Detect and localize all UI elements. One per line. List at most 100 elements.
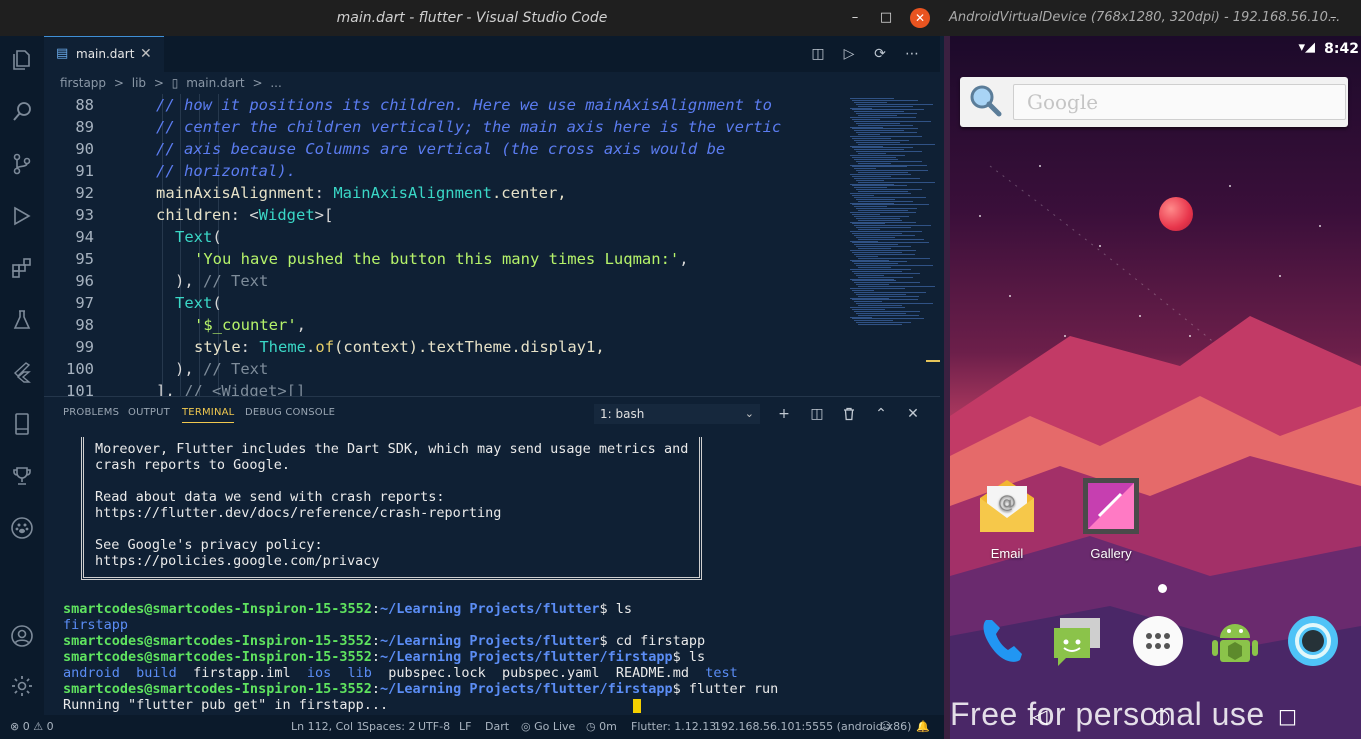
code-line[interactable]: 97 Text( xyxy=(44,292,844,314)
debug-icon[interactable] xyxy=(6,200,38,232)
line-ending[interactable]: LF xyxy=(459,715,471,739)
emulator-minimize-button[interactable]: – xyxy=(1330,0,1337,36)
minimap-line xyxy=(852,299,918,301)
code-text: Text( xyxy=(175,226,222,248)
planet-decoration xyxy=(1159,197,1193,231)
code-line[interactable]: 94 Text( xyxy=(44,226,844,248)
minimap-line xyxy=(858,295,919,297)
code-line[interactable]: 101], // <Widget>[] xyxy=(44,380,844,396)
run-icon[interactable]: ▷ xyxy=(839,44,859,64)
email-app[interactable]: @ Email xyxy=(967,476,1047,561)
messaging-app[interactable] xyxy=(1050,614,1104,668)
device-icon[interactable] xyxy=(6,408,38,440)
terminal-link[interactable]: https://policies.google.com/privacy xyxy=(95,553,379,569)
code-line[interactable]: 99 style: Theme.of(context).textTheme.dis… xyxy=(44,336,844,358)
search-icon[interactable] xyxy=(6,96,38,128)
code-token: 'You have pushed the button this many ti… xyxy=(194,250,680,268)
minimap-line xyxy=(852,194,874,196)
tab-output[interactable]: OUTPUT xyxy=(128,407,170,418)
code-editor[interactable]: 88 // how it positions its children. Here… xyxy=(44,94,844,396)
minimap-line xyxy=(852,99,918,101)
activity-bar xyxy=(0,36,44,715)
code-line[interactable]: 89 // center the children vertically; the… xyxy=(44,116,844,138)
play-store-app[interactable] xyxy=(1208,614,1262,668)
breadcrumb-lib[interactable]: lib xyxy=(132,76,146,90)
code-line[interactable]: 95 'You have pushed the button this many … xyxy=(44,248,844,270)
code-line[interactable]: 90 // axis because Columns are vertical (… xyxy=(44,138,844,160)
go-live-button[interactable]: ◎ Go Live xyxy=(521,715,575,739)
settings-gear-icon[interactable] xyxy=(6,670,38,702)
android-home-screen[interactable]: ▾◢ 8:42 Google @ Email Gallery Free for … xyxy=(950,36,1361,739)
code-line[interactable]: 98 '$_counter', xyxy=(44,314,844,336)
google-search-input[interactable]: Google xyxy=(1013,84,1346,120)
code-line[interactable]: 93 children: <Widget>[ xyxy=(44,204,844,226)
minimap-line xyxy=(854,120,931,122)
google-search-widget[interactable]: Google xyxy=(960,77,1348,127)
breadcrumb-file[interactable]: main.dart xyxy=(186,76,244,90)
source-control-icon[interactable] xyxy=(6,148,38,180)
terminal-link[interactable]: https://flutter.dev/docs/reference/crash… xyxy=(95,505,501,521)
minimap-line xyxy=(856,141,900,143)
maximize-button[interactable]: □ xyxy=(876,8,896,28)
tab-close-icon[interactable]: ✕ xyxy=(140,37,152,71)
terminal[interactable]: Moreover, Flutter includes the Dart SDK,… xyxy=(44,437,940,716)
tab-problems[interactable]: PROBLEMS xyxy=(63,407,119,418)
close-button[interactable]: ✕ xyxy=(910,8,930,28)
split-editor-icon[interactable]: ◫ xyxy=(808,44,828,64)
gallery-app[interactable]: Gallery xyxy=(1071,476,1151,561)
indentation[interactable]: Spaces: 2 xyxy=(362,715,415,739)
files-icon[interactable] xyxy=(6,44,38,76)
flask-icon[interactable] xyxy=(6,304,38,336)
more-actions-icon[interactable]: ⋯ xyxy=(902,44,922,64)
tweet-feedback-icon[interactable]: ☺ xyxy=(880,715,891,739)
tab-debug-console[interactable]: DEBUG CONSOLE xyxy=(245,407,335,418)
trophy-icon[interactable] xyxy=(6,460,38,492)
minimap[interactable] xyxy=(844,94,940,396)
nav-back-icon[interactable]: ◁ xyxy=(1032,704,1047,728)
breadcrumb-folder[interactable]: firstapp xyxy=(60,76,106,90)
tab-main-dart[interactable]: ▤ main.dart ✕ xyxy=(44,36,164,72)
close-panel-icon[interactable]: ✕ xyxy=(903,404,923,424)
code-text: children: <Widget>[ xyxy=(156,204,333,226)
timer[interactable]: ◷ 0m xyxy=(586,715,617,739)
minimap-line xyxy=(856,160,922,162)
code-token: MainAxisAlignment xyxy=(333,184,492,202)
minimap-line xyxy=(854,196,926,198)
extensions-icon[interactable] xyxy=(6,252,38,284)
terminal-select[interactable]: 1: bash ⌄ xyxy=(594,404,760,424)
code-line[interactable]: 88 // how it positions its children. Here… xyxy=(44,94,844,116)
code-line[interactable]: 91 // horizontal). xyxy=(44,160,844,182)
encoding[interactable]: UTF-8 xyxy=(418,715,450,739)
code-line[interactable]: 92 mainAxisAlignment: MainAxisAlignment.c… xyxy=(44,182,844,204)
flutter-icon[interactable] xyxy=(6,356,38,388)
minimap-line xyxy=(854,310,920,312)
app-drawer-button[interactable] xyxy=(1131,614,1185,668)
new-terminal-icon[interactable]: + xyxy=(774,404,794,424)
cursor-position[interactable]: Ln 112, Col 1 xyxy=(291,715,364,739)
code-line[interactable]: 100), // Text xyxy=(44,358,844,380)
language-mode[interactable]: Dart xyxy=(485,715,509,739)
minimap-line xyxy=(858,200,913,202)
maximize-panel-icon[interactable]: ⌃ xyxy=(871,404,891,424)
camera-app[interactable] xyxy=(1286,614,1340,668)
problems-count[interactable]: ⊗ 0 ⚠ 0 xyxy=(10,715,54,739)
debug-run-icon[interactable]: ⟳ xyxy=(870,44,890,64)
notifications-bell-icon[interactable]: 🔔 xyxy=(916,715,930,739)
paw-icon[interactable] xyxy=(6,512,38,544)
code-token: Widget xyxy=(258,206,315,224)
trash-icon[interactable] xyxy=(839,404,859,424)
nav-recents-icon[interactable]: □ xyxy=(1278,704,1297,728)
nav-home-icon[interactable]: ○ xyxy=(1153,704,1170,728)
window-title: main.dart - flutter - Visual Studio Code xyxy=(336,10,608,26)
minimap-line xyxy=(858,115,897,117)
breadcrumb-symbol[interactable]: ... xyxy=(270,76,281,90)
account-icon[interactable] xyxy=(6,620,38,652)
tab-terminal[interactable]: TERMINAL xyxy=(182,407,235,423)
page-indicator xyxy=(1158,584,1167,593)
split-terminal-icon[interactable]: ◫ xyxy=(807,404,827,424)
phone-app[interactable] xyxy=(976,614,1030,668)
line-number: 90 xyxy=(75,140,94,158)
code-line[interactable]: 96), // Text xyxy=(44,270,844,292)
flutter-version[interactable]: Flutter: 1.12.13 xyxy=(631,715,716,739)
minimize-button[interactable]: – xyxy=(845,8,865,28)
